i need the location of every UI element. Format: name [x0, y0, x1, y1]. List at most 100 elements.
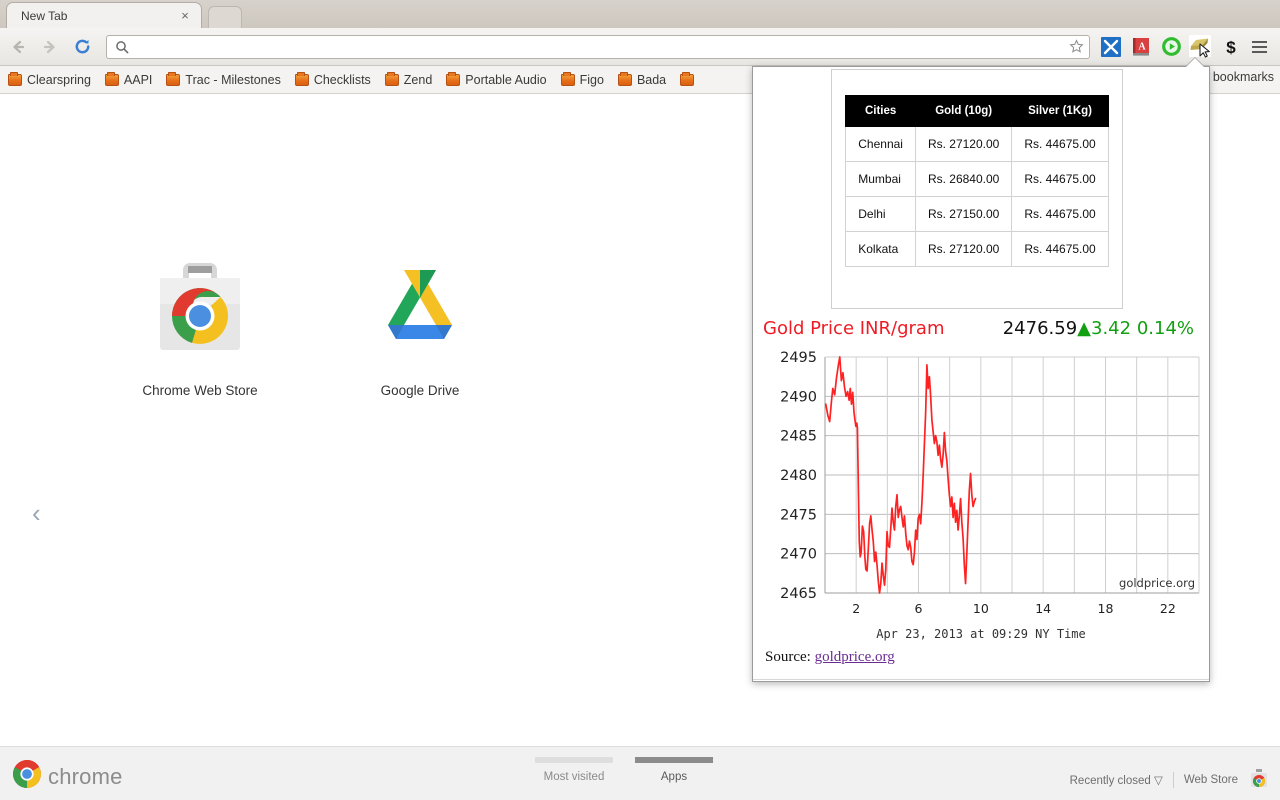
bookmark-item[interactable]: Portable Audio	[440, 71, 552, 89]
divider	[753, 679, 1209, 680]
bookmark-label: Trac - Milestones	[185, 72, 281, 87]
tab-most-visited[interactable]: Most visited	[535, 757, 613, 783]
gold-change-value: 3.42	[1091, 318, 1132, 339]
bookmark-item[interactable]: Clearspring	[2, 71, 97, 89]
app-label: Google Drive	[380, 383, 460, 398]
bookmark-label: Figo	[579, 72, 604, 87]
cell-gold: Rs. 27120.00	[914, 231, 1013, 267]
cell-silver: Rs. 44675.00	[1011, 126, 1109, 162]
tab-new-tab[interactable]: New Tab ×	[6, 2, 202, 28]
ntp-bottom-right: Recently closed ▽ Web Store	[1070, 767, 1270, 792]
new-tab-button[interactable]	[208, 6, 242, 28]
app-tile-google-drive[interactable]: Google Drive	[340, 254, 500, 398]
chevron-down-icon: ▽	[1154, 774, 1163, 787]
folder-icon	[680, 71, 695, 86]
google-drive-icon	[366, 270, 474, 366]
folder-icon	[560, 71, 575, 86]
browser-toolbar: A $	[0, 28, 1280, 66]
cell-city: Kolkata	[845, 231, 916, 267]
gold-price-value: 2476.59	[1002, 318, 1078, 339]
table-row: Chennai Rs. 27120.00 Rs. 44675.00	[845, 126, 1109, 162]
svg-text:2485: 2485	[780, 429, 817, 445]
tab-label: Most visited	[543, 771, 605, 783]
svg-text:6: 6	[915, 601, 923, 616]
address-input[interactable]	[129, 39, 1065, 54]
bookmark-item[interactable]: Bada	[612, 71, 672, 89]
gold-price-chart: 2465 2470 2475 2480 2485 2490 2495 2 6 10 14 18 22 go…	[757, 345, 1207, 620]
dictionary-extension-icon[interactable]: A	[1127, 33, 1155, 61]
forward-icon[interactable]	[36, 33, 64, 61]
svg-text:14: 14	[1035, 601, 1051, 616]
source-link[interactable]: goldprice.org	[815, 649, 895, 665]
cell-silver: Rs. 44675.00	[1011, 196, 1109, 232]
cell-city: Chennai	[845, 126, 916, 162]
svg-text:A: A	[1138, 41, 1146, 52]
chrome-menu-icon[interactable]	[1246, 33, 1272, 61]
table-header-row: Cities Gold (10g) Silver (1Kg)	[845, 95, 1109, 127]
address-bar[interactable]	[106, 34, 1090, 59]
web-store-icon[interactable]	[1248, 767, 1270, 792]
chart-svg: 2465 2470 2475 2480 2485 2490 2495 2 6 10 14 18 22 go…	[780, 350, 1200, 616]
gold-price-popup: Cities Gold (10g) Silver (1Kg) Chennai R…	[752, 66, 1210, 682]
bookmark-label: AAPI	[123, 72, 153, 87]
gold-quote: 2476.59▲3.42 0.14%	[1003, 318, 1194, 339]
bookmark-item[interactable]: Checklists	[289, 71, 377, 89]
folder-icon	[446, 71, 461, 86]
up-arrow-icon: ▲	[1077, 318, 1091, 339]
cell-silver: Rs. 44675.00	[1011, 161, 1109, 197]
column-header-cities: Cities	[845, 95, 916, 127]
bookmark-item[interactable]	[674, 71, 705, 88]
folder-icon	[104, 71, 119, 86]
svg-text:10: 10	[973, 601, 989, 616]
previous-page-arrow[interactable]: ‹	[32, 500, 41, 526]
svg-text:2470: 2470	[780, 547, 817, 563]
bookmark-item[interactable]: Trac - Milestones	[160, 71, 286, 89]
back-icon[interactable]	[4, 33, 32, 61]
ntp-section-tabs: Most visited Apps	[535, 757, 713, 783]
media-play-extension-icon[interactable]	[1157, 33, 1185, 61]
tab-apps[interactable]: Apps	[635, 757, 713, 783]
chart-timestamp: Apr 23, 2013 at 09:29 NY Time	[876, 627, 1086, 641]
recently-closed-label: Recently closed	[1069, 774, 1151, 787]
bookmark-item[interactable]: Zend	[379, 71, 439, 89]
reload-icon[interactable]	[68, 33, 96, 61]
cell-silver: Rs. 44675.00	[1011, 231, 1109, 267]
recently-closed-button[interactable]: Recently closed ▽	[1070, 773, 1163, 787]
cell-gold: Rs. 27150.00	[914, 196, 1013, 232]
svg-text:18: 18	[1098, 601, 1114, 616]
xmarks-extension-icon[interactable]	[1097, 33, 1125, 61]
bookmark-item[interactable]: AAPI	[99, 71, 159, 89]
bookmark-item[interactable]: Figo	[555, 71, 610, 89]
svg-text:goldprice.org: goldprice.org	[1119, 576, 1195, 590]
svg-text:22: 22	[1160, 601, 1176, 616]
gold-change-percent: 0.14%	[1136, 318, 1194, 339]
bookmark-star-icon[interactable]	[1065, 36, 1087, 58]
web-store-link[interactable]: Web Store	[1184, 774, 1238, 786]
source-label: Source:	[765, 649, 811, 665]
app-tile-chrome-web-store[interactable]: Chrome Web Store	[120, 254, 280, 398]
tab-indicator	[635, 757, 713, 763]
svg-text:2480: 2480	[780, 468, 817, 484]
close-icon[interactable]: ×	[177, 8, 193, 24]
svg-text:2490: 2490	[780, 389, 817, 405]
bookmark-label: Checklists	[313, 72, 371, 87]
folder-icon	[384, 71, 399, 86]
tab-indicator	[535, 757, 613, 763]
chrome-web-store-icon	[146, 263, 254, 366]
chart-title: Gold Price INR/gram	[763, 318, 945, 339]
table-row: Delhi Rs. 27150.00 Rs. 44675.00	[845, 196, 1109, 232]
currency-extension-icon[interactable]: $	[1217, 33, 1245, 61]
svg-text:2465: 2465	[780, 586, 817, 602]
ntp-bottom-bar: chrome Most visited Apps Recently closed…	[0, 746, 1280, 800]
chrome-wordmark: chrome	[48, 763, 123, 789]
tab-label: Apps	[660, 771, 688, 783]
bookmark-label: Clearspring	[27, 72, 91, 87]
bookmark-label: Zend	[403, 72, 433, 87]
search-icon	[115, 40, 129, 54]
gold-price-extension-icon[interactable]	[1187, 33, 1215, 61]
table-row: Kolkata Rs. 27120.00 Rs. 44675.00	[845, 231, 1109, 267]
city-rates-box: Cities Gold (10g) Silver (1Kg) Chennai R…	[831, 69, 1123, 309]
city-rates-table: Cities Gold (10g) Silver (1Kg) Chennai R…	[845, 95, 1109, 267]
folder-icon	[294, 71, 309, 86]
cell-gold: Rs. 26840.00	[914, 161, 1013, 197]
